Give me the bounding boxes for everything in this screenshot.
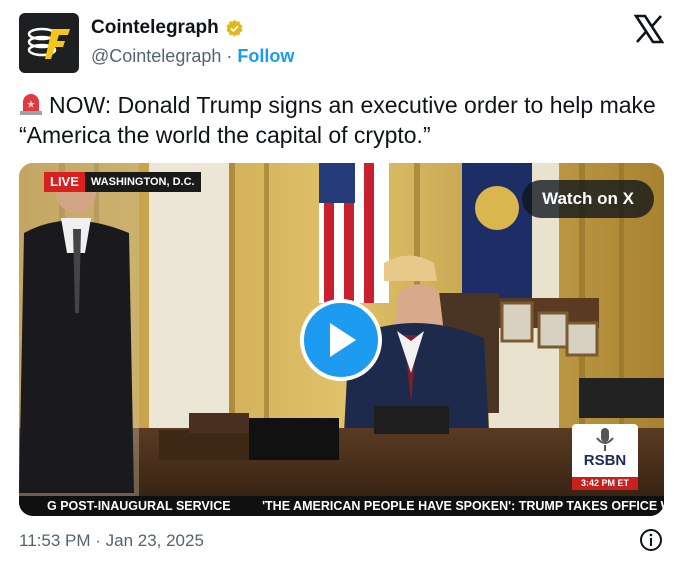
play-button[interactable]: [300, 299, 382, 381]
microphone-icon: [596, 428, 614, 451]
tweet-text-block: NOW: Donald Trump signs an executive ord…: [19, 90, 659, 150]
follow-button[interactable]: Follow: [237, 46, 294, 66]
verified-badge-icon: [226, 19, 243, 37]
tweet-text: NOW: Donald Trump signs an executive ord…: [19, 92, 656, 148]
cointelegraph-logo-icon: [27, 27, 70, 59]
video-player[interactable]: LIVE WASHINGTON, D.C. Watch on X RSBN 3:…: [19, 163, 664, 516]
network-time: 3:42 PM ET: [572, 477, 638, 490]
network-logo: RSBN 3:42 PM ET: [572, 424, 638, 490]
ticker-right: 'THE AMERICAN PEOPLE HAVE SPOKEN': TRUMP…: [262, 499, 664, 513]
siren-emoji-icon: [20, 94, 42, 115]
tweet-card: Cointelegraph @Cointelegraph · Follow NO…: [0, 0, 680, 563]
ticker-left: G POST-INAUGURAL SERVICE: [47, 499, 231, 513]
info-icon[interactable]: [639, 528, 663, 552]
author-handle[interactable]: @Cointelegraph: [91, 46, 221, 66]
play-icon: [330, 323, 356, 357]
x-logo-icon[interactable]: [634, 14, 664, 44]
live-label: LIVE: [44, 172, 85, 192]
news-ticker: G POST-INAUGURAL SERVICE 'THE AMERICAN P…: [19, 496, 664, 516]
tweet-timestamp[interactable]: 11:53 PM · Jan 23, 2025: [19, 531, 204, 551]
live-banner: LIVE WASHINGTON, D.C.: [44, 172, 201, 192]
location-label: WASHINGTON, D.C.: [90, 176, 195, 188]
handle-row: @Cointelegraph · Follow: [91, 46, 294, 67]
avatar[interactable]: [19, 13, 79, 73]
network-name: RSBN: [583, 452, 627, 469]
author-row: Cointelegraph: [91, 17, 244, 39]
separator: ·: [226, 46, 233, 66]
watch-on-x-button[interactable]: Watch on X: [522, 180, 654, 218]
author-name[interactable]: Cointelegraph: [91, 17, 219, 39]
